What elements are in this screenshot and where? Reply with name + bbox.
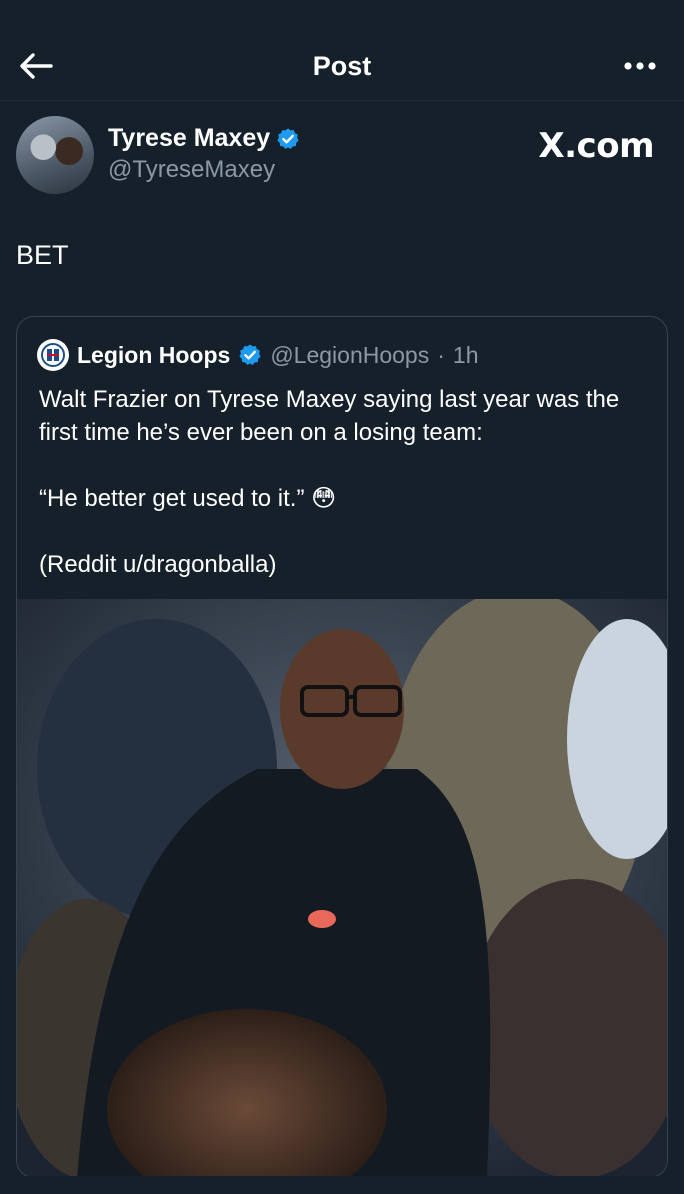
more-horizontal-icon: [624, 62, 656, 70]
legion-hoops-logo[interactable]: [37, 339, 69, 371]
quoted-author-handle: @LegionHoops: [270, 341, 430, 368]
quoted-text-line: Walt Frazier on Tyrese Maxey saying last…: [39, 386, 620, 446]
quoted-text-line: “He better get used to it.” 😳: [39, 485, 337, 512]
author-handle[interactable]: @TyreseMaxey: [108, 156, 275, 184]
quoted-author-name: Legion Hoops: [77, 341, 231, 368]
author-name: Tyrese Maxey: [108, 124, 271, 152]
back-button[interactable]: [16, 48, 56, 84]
quoted-text-line: (Reddit u/dragonballa): [39, 551, 277, 578]
quoted-post-video[interactable]: [17, 599, 667, 1177]
quoted-post[interactable]: Legion Hoops @LegionHoops · 1h Walt Fraz…: [16, 316, 668, 1178]
arrow-left-icon: [20, 53, 53, 79]
video-frame: [17, 599, 667, 1177]
quoted-post-header: Legion Hoops @LegionHoops · 1h: [37, 339, 479, 371]
bottom-edge: [0, 1176, 684, 1194]
top-bar: Post: [0, 0, 684, 101]
verified-badge-icon: [277, 128, 299, 149]
author-name-row[interactable]: Tyrese Maxey: [108, 124, 300, 153]
quoted-separator: ·: [437, 341, 445, 368]
page-title: Post: [312, 51, 372, 81]
post-text: BET: [16, 240, 69, 270]
legion-hoops-logo-icon: [41, 343, 65, 367]
quoted-post-text: Walt Frazier on Tyrese Maxey saying last…: [39, 383, 649, 581]
quoted-timestamp: 1h: [452, 341, 479, 368]
more-options-button[interactable]: [620, 48, 660, 84]
author-avatar[interactable]: [16, 116, 94, 194]
verified-badge-icon: [239, 344, 261, 365]
x-com-watermark: X.com: [538, 126, 654, 166]
